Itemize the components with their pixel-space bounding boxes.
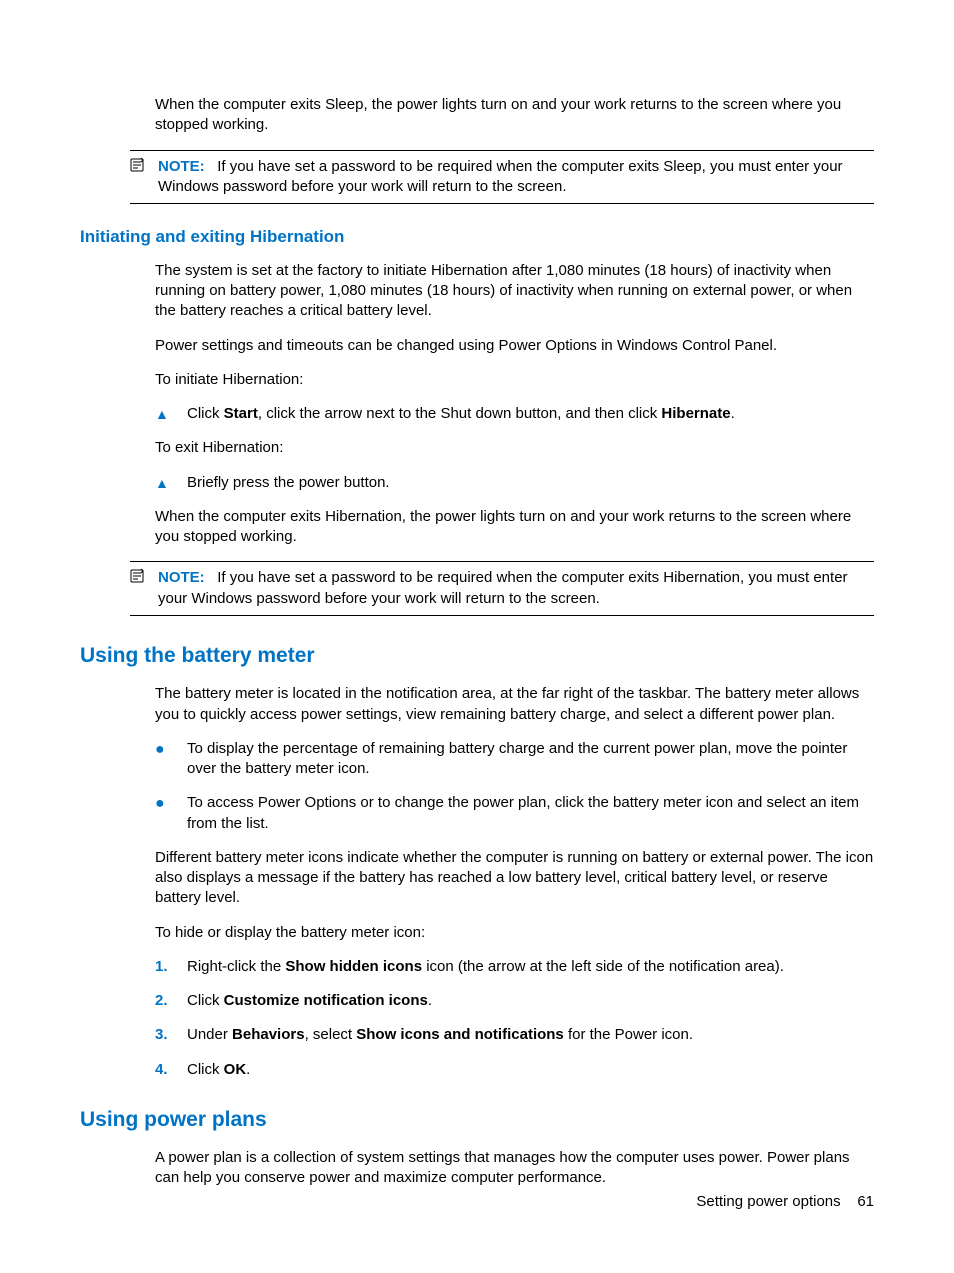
- page-footer: Setting power options 61: [696, 1192, 874, 1212]
- step-text: Right-click the Show hidden icons icon (…: [187, 957, 874, 977]
- bullet-icon: ●: [155, 739, 187, 757]
- triangle-icon: ▲: [155, 404, 187, 423]
- paragraph: The battery meter is located in the noti…: [155, 684, 874, 725]
- paragraph: A power plan is a collection of system s…: [155, 1148, 874, 1189]
- paragraph: The system is set at the factory to init…: [155, 261, 874, 322]
- paragraph: Different battery meter icons indicate w…: [155, 848, 874, 909]
- bullet-text: To access Power Options or to change the…: [187, 793, 874, 834]
- paragraph: Power settings and timeouts can be chang…: [155, 336, 874, 356]
- paragraph: When the computer exits Sleep, the power…: [155, 95, 874, 136]
- step-number: 4.: [155, 1060, 187, 1080]
- numbered-item: 4. Click OK.: [155, 1060, 874, 1080]
- step-number: 3.: [155, 1025, 187, 1045]
- paragraph: To initiate Hibernation:: [155, 370, 874, 390]
- step-item: ▲ Click Start, click the arrow next to t…: [155, 404, 874, 424]
- note-content: If you have set a password to be require…: [158, 569, 848, 606]
- note-block: NOTE: If you have set a password to be r…: [130, 150, 874, 205]
- bullet-text: To display the percentage of remaining b…: [187, 739, 874, 780]
- note-block: NOTE: If you have set a password to be r…: [130, 561, 874, 616]
- bullet-icon: ●: [155, 793, 187, 811]
- note-icon: [130, 157, 152, 179]
- note-icon: [130, 568, 152, 590]
- note-content: If you have set a password to be require…: [158, 158, 843, 195]
- step-number: 2.: [155, 991, 187, 1011]
- footer-text: Setting power options: [696, 1193, 840, 1210]
- numbered-item: 2. Click Customize notification icons.: [155, 991, 874, 1011]
- step-number: 1.: [155, 957, 187, 977]
- step-text: Click OK.: [187, 1060, 874, 1080]
- document-page: When the computer exits Sleep, the power…: [0, 0, 954, 1273]
- step-text: Click Start, click the arrow next to the…: [187, 404, 874, 424]
- bullet-item: ● To display the percentage of remaining…: [155, 739, 874, 780]
- step-text: Click Customize notification icons.: [187, 991, 874, 1011]
- heading-battery-meter: Using the battery meter: [80, 642, 874, 670]
- bullet-item: ● To access Power Options or to change t…: [155, 793, 874, 834]
- step-item: ▲ Briefly press the power button.: [155, 473, 874, 493]
- page-number: 61: [857, 1193, 874, 1210]
- paragraph: When the computer exits Hibernation, the…: [155, 507, 874, 548]
- paragraph: To hide or display the battery meter ico…: [155, 923, 874, 943]
- triangle-icon: ▲: [155, 473, 187, 492]
- numbered-item: 3. Under Behaviors, select Show icons an…: [155, 1025, 874, 1045]
- numbered-item: 1. Right-click the Show hidden icons ico…: [155, 957, 874, 977]
- paragraph: To exit Hibernation:: [155, 438, 874, 458]
- note-text: NOTE: If you have set a password to be r…: [158, 157, 874, 198]
- note-text: NOTE: If you have set a password to be r…: [158, 568, 874, 609]
- heading-power-plans: Using power plans: [80, 1106, 874, 1134]
- heading-hibernation: Initiating and exiting Hibernation: [80, 226, 874, 249]
- note-label: NOTE:: [158, 569, 205, 586]
- step-text: Briefly press the power button.: [187, 473, 874, 493]
- note-label: NOTE:: [158, 158, 205, 175]
- step-text: Under Behaviors, select Show icons and n…: [187, 1025, 874, 1045]
